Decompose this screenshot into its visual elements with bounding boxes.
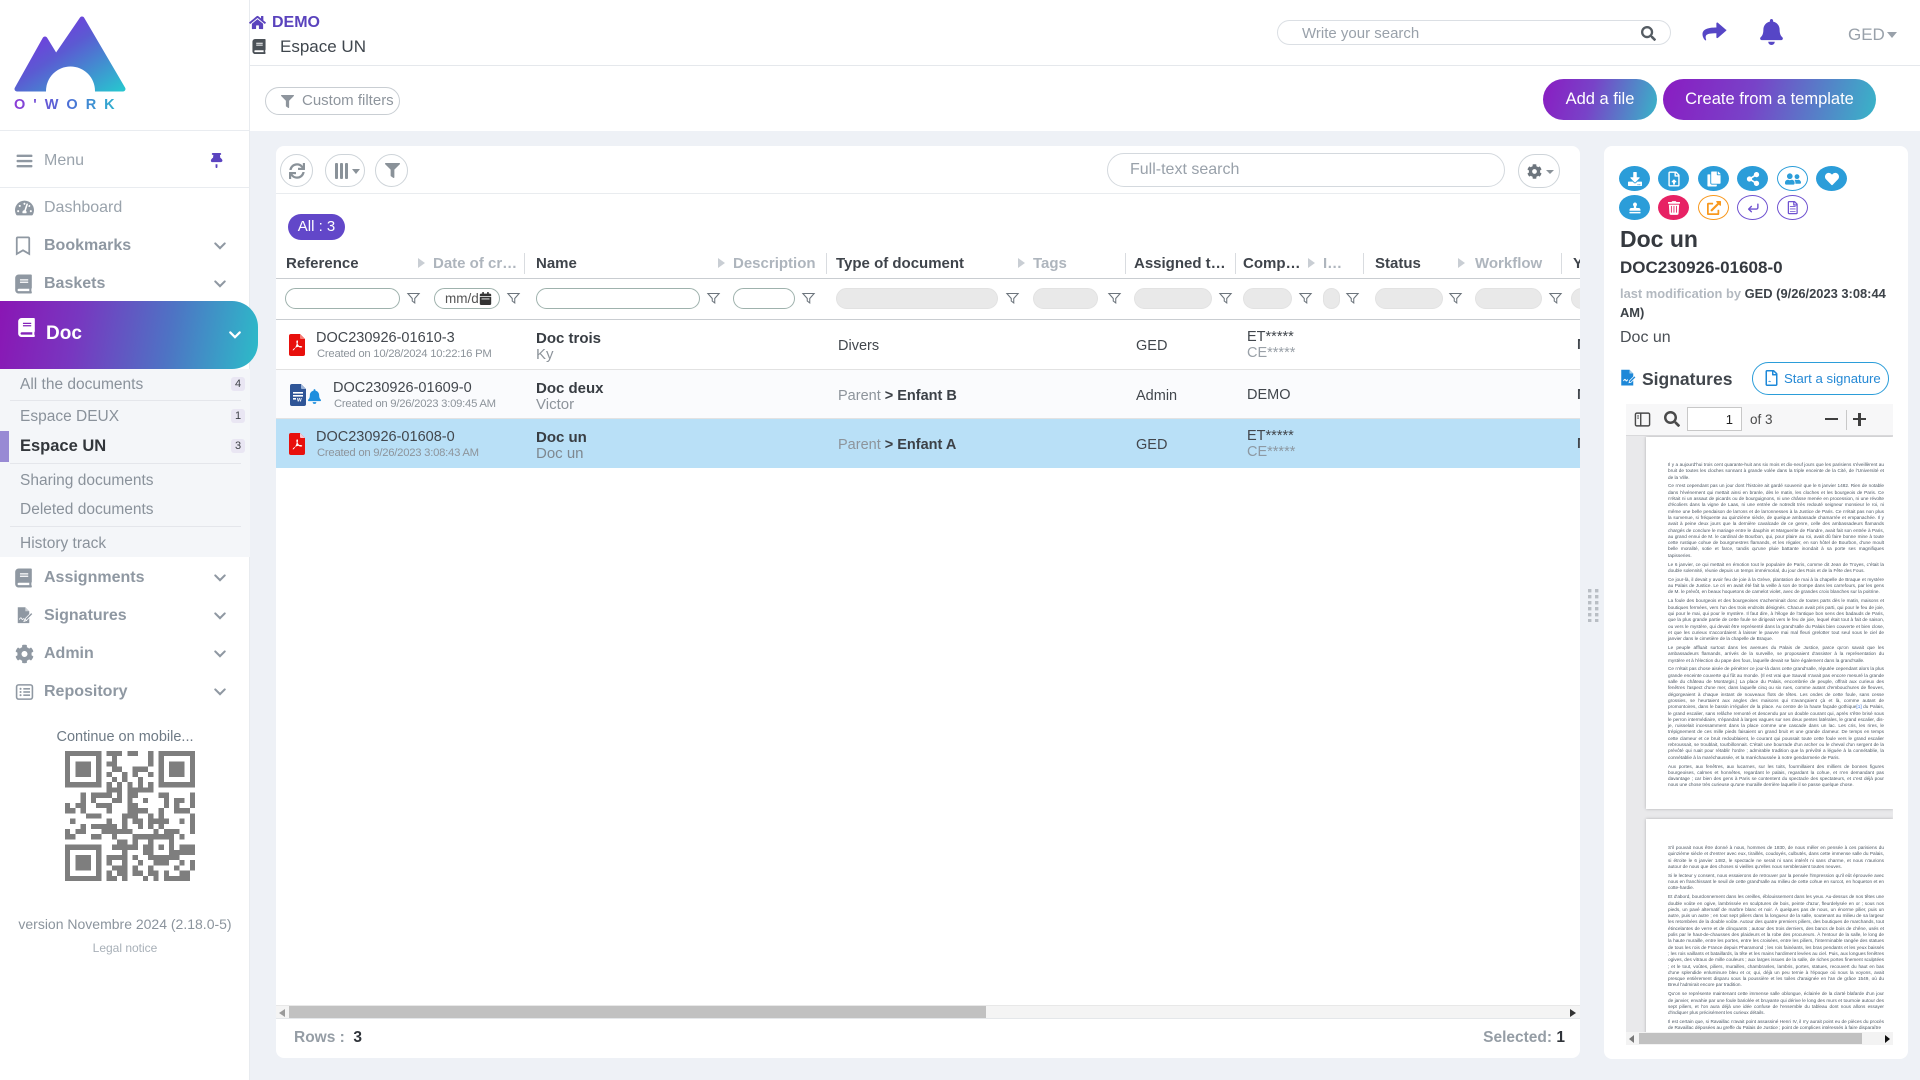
svg-text:w: w bbox=[296, 398, 302, 404]
svg-text:O'WORK: O'WORK bbox=[14, 97, 123, 110]
